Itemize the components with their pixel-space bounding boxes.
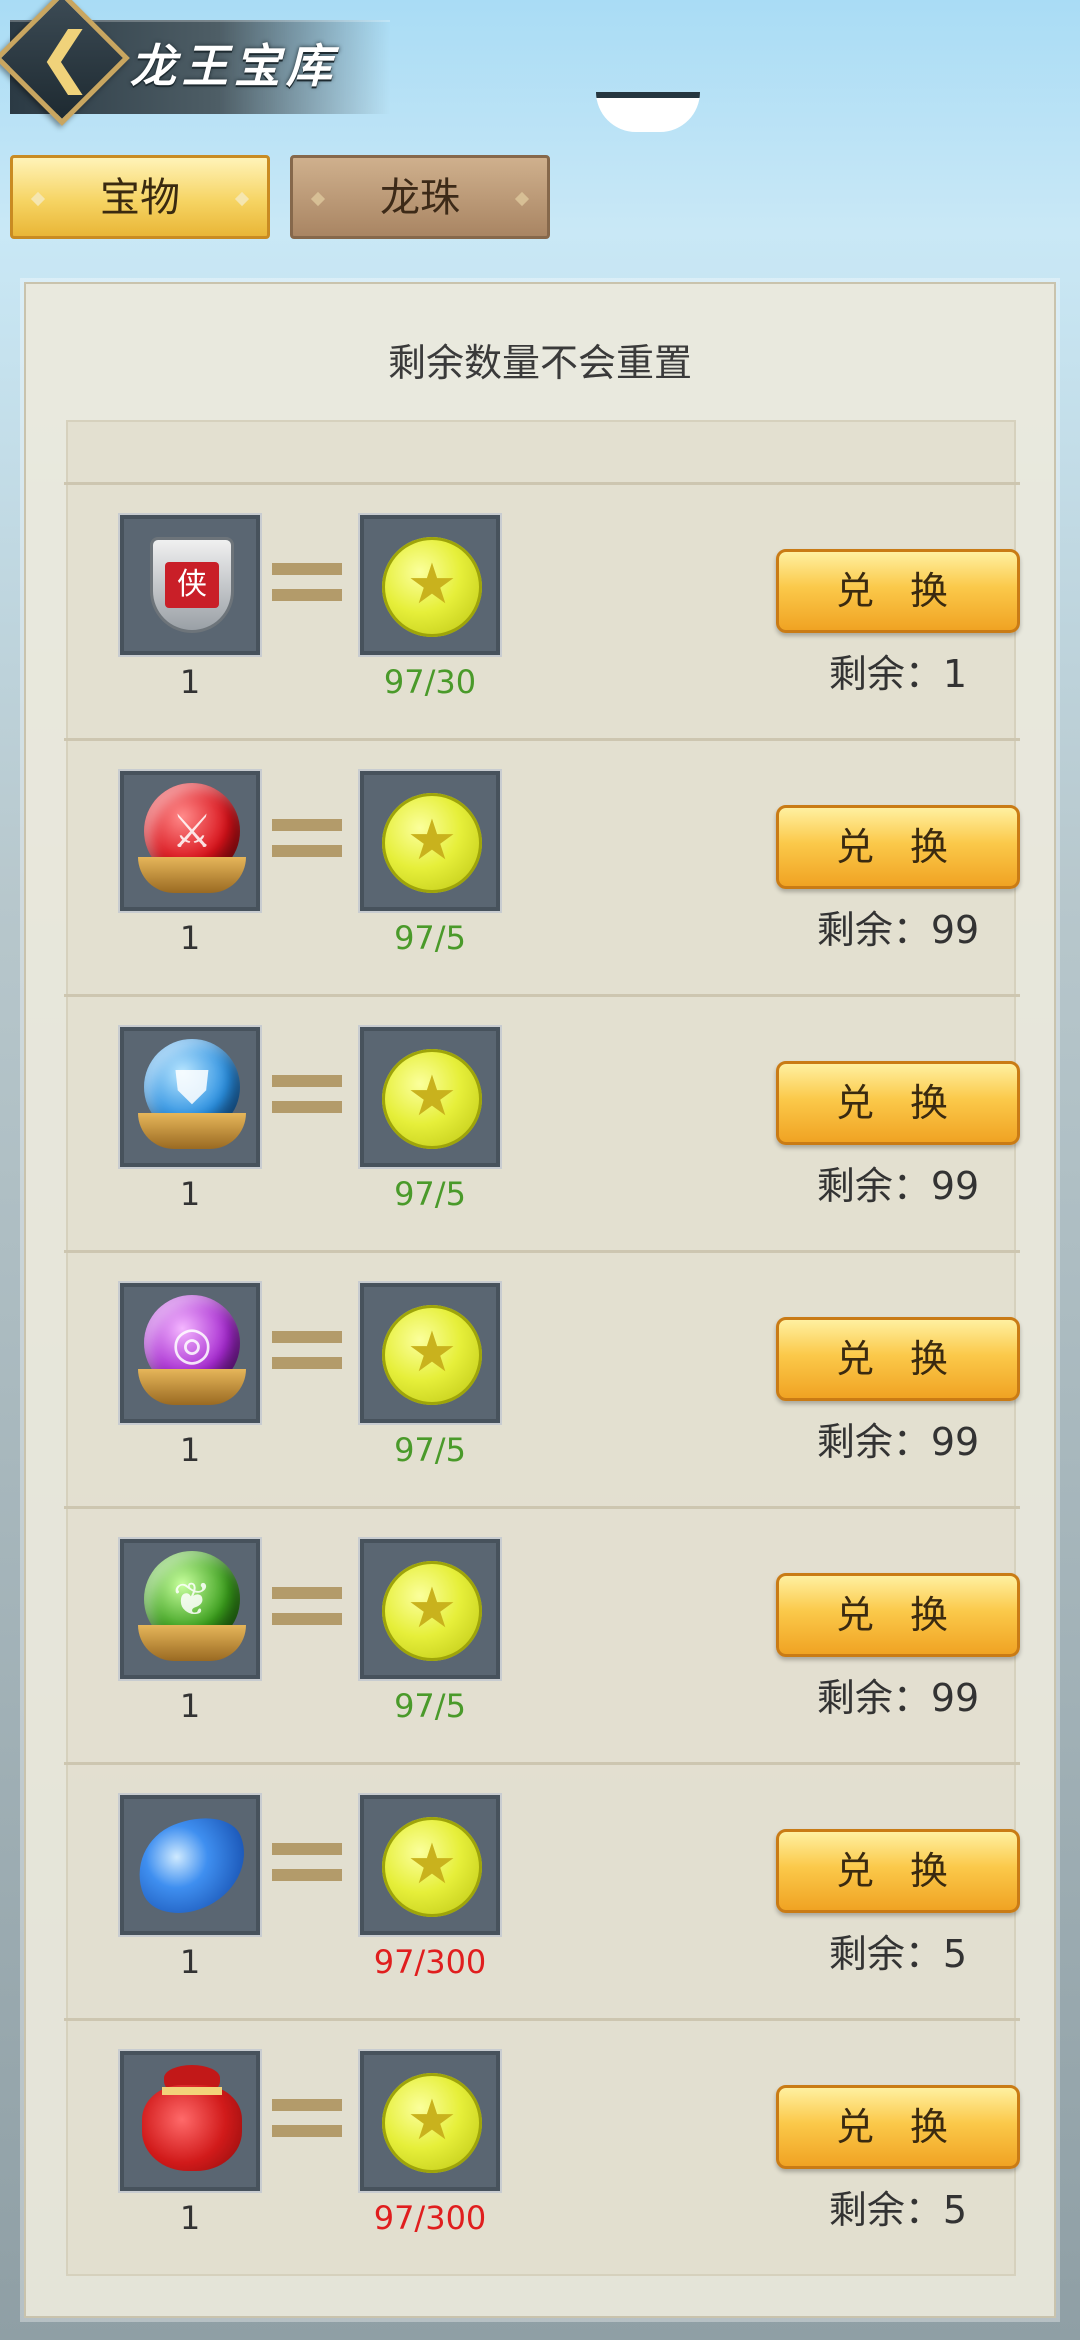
tab-label: 龙珠 (380, 175, 460, 221)
cost-slot[interactable]: ★ (358, 1537, 502, 1681)
cost-amount: 97/300 (373, 1943, 487, 1981)
star-coin-icon: ★ (382, 1305, 482, 1405)
chevron-left-icon[interactable]: ❮ (30, 22, 100, 92)
item-slot[interactable]: ⛊ (118, 1025, 262, 1169)
item-quantity: 1 (179, 1431, 201, 1469)
remaining-count: 剩余：5 (828, 1932, 968, 1976)
remaining-count: 剩余：99 (816, 908, 980, 952)
remaining-count: 剩余：5 (828, 2188, 968, 2232)
cost-amount: 97/5 (394, 1175, 466, 1213)
exchange-button[interactable]: 兑 换 (776, 2085, 1020, 2169)
equals-icon (272, 1331, 342, 1383)
star-coin-icon: ★ (382, 1817, 482, 1917)
item-slot[interactable]: ⚔ (118, 769, 262, 913)
star-coin-icon: ★ (382, 2073, 482, 2173)
diamond-ornament-icon (234, 191, 250, 207)
cost-amount: 97/5 (394, 919, 466, 957)
page-title: 龙王宝库 (130, 39, 338, 93)
remaining-count: 剩余：99 (816, 1164, 980, 1208)
list-item: ◎ ★ 1 97/5 兑 换 剩余：99 (64, 1250, 1020, 1509)
remaining-count: 剩余：99 (816, 1676, 980, 1720)
exchange-button[interactable]: 兑 换 (776, 805, 1020, 889)
star-coin-icon: ★ (382, 793, 482, 893)
list-item: ⚔ ★ 1 97/5 兑 换 剩余：99 (64, 738, 1020, 997)
tab-dragon-pearl[interactable]: 龙珠 (290, 155, 550, 239)
item-quantity: 1 (179, 1943, 201, 1981)
item-slot[interactable]: ◎ (118, 1281, 262, 1425)
cost-slot[interactable]: ★ (358, 513, 502, 657)
list-item: ★ 1 97/300 兑 换 剩余：5 (64, 1762, 1020, 2021)
blue-gem-icon (123, 1803, 261, 1927)
exchange-list[interactable]: 侠 ★ 1 97/30 兑 换 剩余：1 ⚔ ★ 1 97/5 兑 换 剩余：9 (64, 420, 1020, 2276)
tab-label: 宝物 (100, 175, 180, 221)
equals-icon (272, 2099, 342, 2151)
exchange-button[interactable]: 兑 换 (776, 549, 1020, 633)
exchange-button[interactable]: 兑 换 (776, 1317, 1020, 1401)
equals-icon (272, 1843, 342, 1895)
item-slot[interactable]: ❦ (118, 1537, 262, 1681)
item-slot[interactable] (118, 2049, 262, 2193)
star-coin-icon: ★ (382, 1049, 482, 1149)
cost-amount: 97/30 (383, 663, 477, 701)
item-quantity: 1 (179, 1175, 201, 1213)
list-item: ★ 1 97/300 兑 换 剩余：5 (64, 2018, 1020, 2277)
item-quantity: 1 (179, 663, 201, 701)
cost-slot[interactable]: ★ (358, 2049, 502, 2193)
orb-claw-icon (138, 857, 246, 893)
item-quantity: 1 (179, 2199, 201, 2237)
item-quantity: 1 (179, 1687, 201, 1725)
cost-slot[interactable]: ★ (358, 1793, 502, 1937)
diamond-ornament-icon (514, 191, 530, 207)
cost-slot[interactable]: ★ (358, 1025, 502, 1169)
cost-slot[interactable]: ★ (358, 1281, 502, 1425)
item-slot[interactable]: 侠 (118, 513, 262, 657)
remaining-count: 剩余：1 (828, 652, 968, 696)
item-quantity: 1 (179, 919, 201, 957)
orb-claw-icon (138, 1113, 246, 1149)
cost-slot[interactable]: ★ (358, 769, 502, 913)
list-item: ⛊ ★ 1 97/5 兑 换 剩余：99 (64, 994, 1020, 1253)
exchange-button[interactable]: 兑 换 (776, 1061, 1020, 1145)
item-slot[interactable] (118, 1793, 262, 1937)
star-coin-icon: ★ (382, 537, 482, 637)
cost-amount: 97/5 (394, 1687, 466, 1725)
notice-text: 剩余数量不会重置 (387, 341, 692, 385)
exchange-button[interactable]: 兑 换 (776, 1829, 1020, 1913)
pouch-tie (162, 2087, 222, 2095)
orb-claw-icon (138, 1625, 246, 1661)
equals-icon (272, 1587, 342, 1639)
remaining-count: 剩余：99 (816, 1420, 980, 1464)
red-pouch-body (142, 2085, 242, 2171)
exchange-panel: 剩余数量不会重置 侠 ★ 1 97/30 兑 换 剩余：1 ⚔ ★ 1 97/5… (24, 282, 1056, 2318)
tab-treasure[interactable]: 宝物 (10, 155, 270, 239)
equals-icon (272, 1075, 342, 1127)
star-coin-icon: ★ (382, 1561, 482, 1661)
orb-claw-icon (138, 1369, 246, 1405)
equals-icon (272, 819, 342, 871)
cloud-ornament-icon (596, 92, 700, 132)
equals-icon (272, 563, 342, 615)
list-item: 侠 ★ 1 97/30 兑 换 剩余：1 (64, 482, 1020, 741)
diamond-ornament-icon (30, 191, 46, 207)
cost-amount: 97/300 (373, 2199, 487, 2237)
diamond-ornament-icon (310, 191, 326, 207)
list-item: ❦ ★ 1 97/5 兑 换 剩余：99 (64, 1506, 1020, 1765)
shield-emblem-icon: 侠 (150, 537, 234, 633)
cost-amount: 97/5 (394, 1431, 466, 1469)
exchange-button[interactable]: 兑 换 (776, 1573, 1020, 1657)
